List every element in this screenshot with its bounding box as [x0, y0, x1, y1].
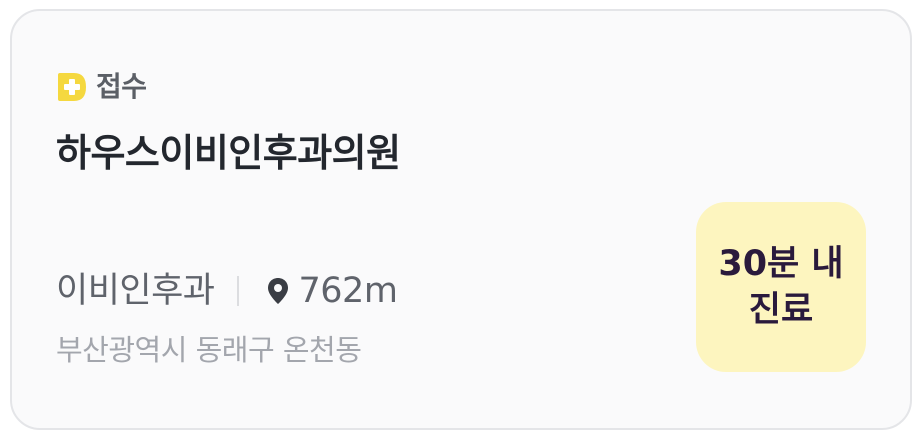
reception-label: 접수	[96, 70, 147, 103]
clinic-meta: 이비인후과 762m	[56, 265, 398, 317]
reception-badge: 접수	[56, 69, 147, 105]
divider	[236, 276, 239, 306]
address-label: 부산광역시 동래구 온천동	[56, 333, 362, 367]
department-label: 이비인후과	[56, 271, 215, 311]
plus-tag-icon	[58, 73, 86, 101]
clinic-card[interactable]: 접수 하우스이비인후과의원 이비인후과 762m 부산광역시 동래구 온천동 3…	[10, 9, 912, 430]
wait-time-badge: 30분 내 진료	[696, 202, 866, 372]
distance-label: 762m	[298, 271, 398, 311]
wait-time-text: 30분 내 진료	[718, 244, 844, 330]
location-pin-icon	[267, 278, 288, 304]
clinic-name: 하우스이비인후과의원	[56, 131, 401, 175]
